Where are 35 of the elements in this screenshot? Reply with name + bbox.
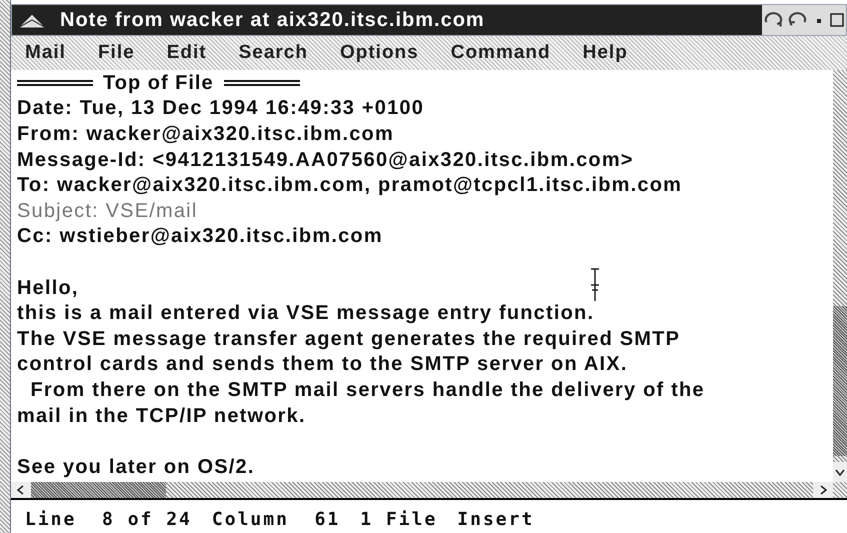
menu-item[interactable]: Help <box>582 38 628 68</box>
text-line: mail in the TCP/IP network. <box>17 404 306 429</box>
maximize-icon[interactable] <box>828 5 846 35</box>
scroll-thumb[interactable] <box>31 482 166 498</box>
text-line: Subject: VSE/mail <box>17 198 198 224</box>
text-line: See you later on OS/2. <box>17 454 255 480</box>
scroll-down-icon[interactable] <box>833 462 847 482</box>
scroll-thumb[interactable] <box>833 306 847 456</box>
menu-item[interactable]: File <box>98 38 135 68</box>
text-line: Date: Tue, 13 Dec 1994 16:49:33 +0100 <box>17 96 424 122</box>
text-line: Hello, <box>17 276 79 301</box>
menu-item[interactable]: Mail <box>25 38 66 68</box>
menu-item[interactable]: Search <box>238 38 308 68</box>
horizontal-scrollbar[interactable] <box>11 482 847 498</box>
text-line: this is a mail entered via VSE message entry function. <box>17 301 594 326</box>
vertical-scrollbar[interactable] <box>833 70 847 482</box>
menu-item[interactable]: Edit <box>166 38 207 68</box>
window-title: Note from wacker at aix320.itsc.ibm.com <box>60 8 485 33</box>
text-line: Message-Id: <9412131549.AA07560@aix320.itsc.ibm.com> <box>17 148 634 173</box>
status-text: Line 8 of 24 <box>25 508 192 532</box>
status-text: 1 File <box>360 508 438 532</box>
text-line: To: wacker@aix320.itsc.ibm.com, pramot@tcpcl1.itsc.ibm.com <box>17 173 682 198</box>
status-text: Column 61 <box>212 508 340 532</box>
text-line: Cc: wstieber@aix320.itsc.ibm.com <box>17 224 383 250</box>
text-line: From: wacker@aix320.itsc.ibm.com <box>17 122 394 147</box>
text-line: The VSE message transfer agent generates the required SMTP <box>17 326 680 352</box>
status-text: Insert <box>457 508 534 532</box>
top-of-file-marker: Top of File <box>103 70 214 96</box>
text-cursor-icon <box>589 268 601 302</box>
scroll-right-icon[interactable] <box>813 482 833 498</box>
menu-item[interactable]: Options <box>340 38 419 68</box>
scroll-left-icon[interactable] <box>11 482 31 498</box>
text-line: From there on the SMTP mail servers handle the delivery of the <box>30 378 705 403</box>
text-line: control cards and sends them to the SMTP server on AIX. <box>17 352 628 378</box>
menu-item[interactable]: Command <box>450 38 551 68</box>
